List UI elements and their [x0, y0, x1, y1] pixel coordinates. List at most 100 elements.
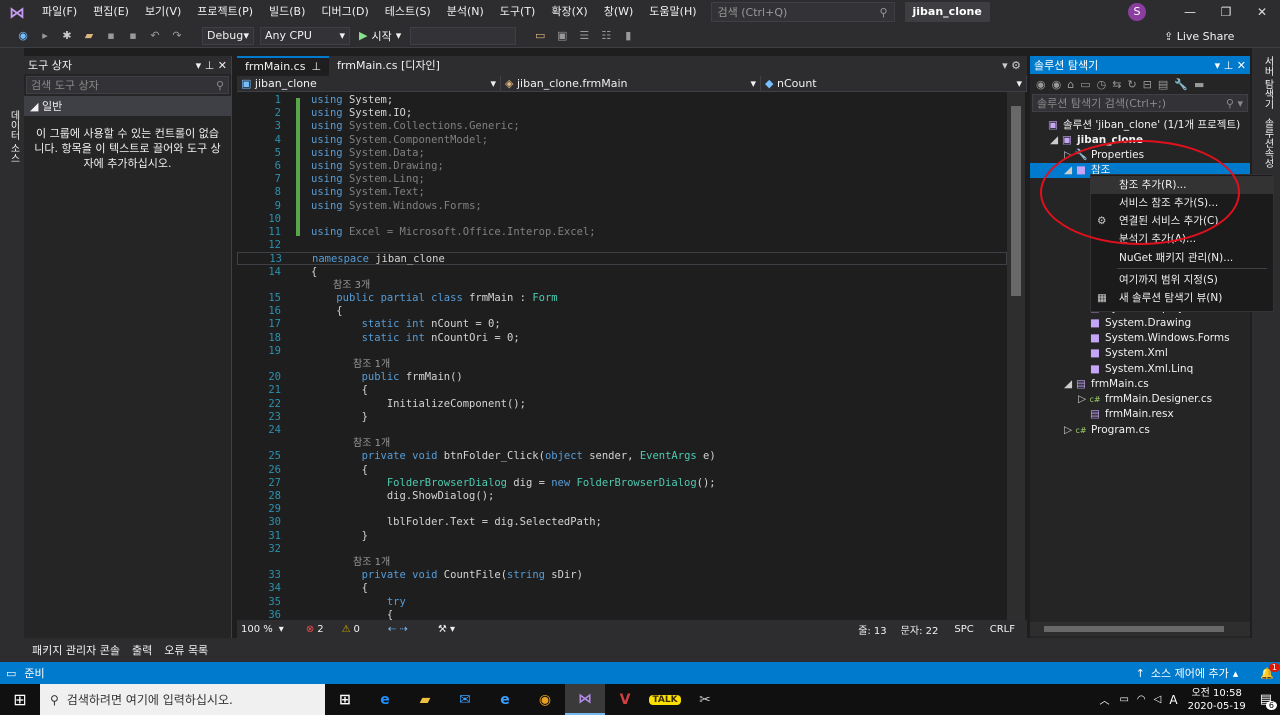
server-explorer-tab[interactable]: 서버 탐색기 — [1260, 56, 1275, 109]
member-nav-select[interactable]: ◆ nCount ▾ — [761, 76, 1027, 91]
menu-item[interactable]: 프로젝트(P) — [189, 0, 261, 24]
code-line[interactable]: 27 FolderBrowserDialog dig = new FolderB… — [237, 477, 1007, 490]
find-in-files-icon[interactable]: ▭ — [531, 27, 549, 45]
maximize-button[interactable]: ❐ — [1208, 0, 1244, 24]
code-line[interactable]: 23 } — [237, 411, 1007, 424]
warning-count[interactable]: 0 — [354, 624, 360, 635]
code-line[interactable]: 2 using System.IO; — [237, 107, 1007, 120]
file-explorer-icon[interactable]: ▰ — [405, 684, 445, 715]
menu-item[interactable]: 확장(X) — [543, 0, 595, 24]
code-line[interactable]: 4 using System.ComponentModel; — [237, 134, 1007, 147]
solution-tree-item[interactable]: ▷ c# frmMain.Designer.cs — [1030, 392, 1250, 407]
solution-horizontal-scrollbar[interactable] — [1030, 622, 1250, 636]
code-line[interactable]: 3 using System.Collections.Generic; — [237, 120, 1007, 133]
new-project-icon[interactable]: ✱ — [58, 27, 76, 45]
code-line[interactable]: 19 — [237, 345, 1007, 358]
bottom-tab[interactable]: 패키지 관리자 콘솔 — [26, 642, 126, 658]
bookmark-icon[interactable]: ▮ — [619, 27, 637, 45]
class-nav-select[interactable]: ◈ jiban_clone.frmMain ▾ — [501, 76, 761, 91]
editor-vertical-scrollbar[interactable] — [1007, 92, 1025, 620]
solution-tree-item[interactable]: ■ System.Xml — [1030, 346, 1250, 361]
chrome-icon[interactable]: ◉ — [525, 684, 565, 715]
search-box[interactable]: 검색 (Ctrl+Q) ⚲ — [710, 2, 895, 22]
tab-settings-icon[interactable]: ▾ ⚙ — [996, 56, 1027, 76]
code-line[interactable]: 9 using System.Windows.Forms; — [237, 200, 1007, 213]
live-share-button[interactable]: ⇪ Live Share — [1164, 30, 1234, 43]
taskbar-search-box[interactable]: ⚲ 검색하려면 여기에 입력하십시오. — [40, 684, 325, 715]
code-line[interactable]: 35 try — [237, 596, 1007, 609]
minimize-button[interactable]: — — [1172, 0, 1208, 24]
context-menu-item[interactable]: ▦ 새 솔루션 탐색기 뷰(N) — [1091, 289, 1273, 307]
switch-views-icon[interactable]: ▭ — [1080, 78, 1090, 91]
code-lens-text[interactable]: 참조 3개 — [333, 279, 370, 292]
visual-studio-logo-icon[interactable]: ⋈ — [0, 0, 34, 24]
code-line[interactable]: 1 using System; — [237, 94, 1007, 107]
undo-icon[interactable]: ↶ — [146, 27, 164, 45]
source-control-button[interactable]: 소스 제어에 추가 — [1151, 665, 1229, 681]
toolbox-group-header[interactable]: ◢ 일반 — [24, 96, 231, 116]
code-line[interactable]: 22 InitializeComponent(); — [237, 398, 1007, 411]
refresh-icon[interactable]: ↻ — [1127, 78, 1136, 91]
uncomment-icon[interactable]: ☷ — [597, 27, 615, 45]
code-line[interactable]: 6 using System.Drawing; — [237, 160, 1007, 173]
browser-icon[interactable]: ▣ — [553, 27, 571, 45]
menu-item[interactable]: 도구(T) — [492, 0, 544, 24]
action-center-icon[interactable]: ▤ 6 — [1260, 692, 1277, 710]
tab-frmmain-cs[interactable]: frmMain.cs ⊥ — [237, 56, 330, 77]
project-nav-select[interactable]: ▣ jiban_clone ▾ — [237, 76, 501, 91]
line-ending[interactable]: CRLF — [990, 624, 1015, 635]
code-line[interactable]: 13 namespace jiban_clone — [237, 252, 1007, 266]
menu-item[interactable]: 테스트(S) — [377, 0, 439, 24]
collapse-all-icon[interactable]: ⊟ — [1143, 78, 1152, 91]
code-line[interactable]: 16 { — [237, 305, 1007, 318]
solution-tree-item[interactable]: ▣ 솔루션 'jiban_clone' (1/1개 프로젝트) — [1030, 118, 1250, 133]
menu-item[interactable]: 디버그(D) — [313, 0, 376, 24]
snipping-tool-icon[interactable]: ✂ — [685, 684, 725, 715]
internet-explorer-icon[interactable]: e — [485, 684, 525, 715]
pin-icon[interactable]: ▾ ⊥ ✕ — [196, 59, 227, 72]
chevron-down-icon[interactable]: ▾ — [279, 624, 284, 635]
code-line[interactable]: 17 static int nCount = 0; — [237, 318, 1007, 331]
chevron-up-icon[interactable]: ▴ — [1233, 667, 1239, 680]
forward-icon[interactable]: ◉ — [1052, 78, 1062, 91]
platform-select[interactable]: Any CPU ▾ — [260, 26, 350, 45]
code-lens[interactable]: 참조 3개 — [237, 279, 1007, 292]
scrollbar-thumb[interactable] — [1011, 106, 1021, 296]
close-button[interactable]: ✕ — [1244, 0, 1280, 24]
menu-item[interactable]: 파일(F) — [34, 0, 85, 24]
forward-icon[interactable]: ▸ — [36, 27, 54, 45]
code-lens[interactable]: 참조 1개 — [237, 556, 1007, 569]
code-line[interactable]: 8 using System.Text; — [237, 186, 1007, 199]
save-all-icon[interactable]: ▪ — [124, 27, 142, 45]
code-line[interactable]: 25 private void btnFolder_Click(object s… — [237, 450, 1007, 463]
scrollbar-thumb[interactable] — [1044, 626, 1224, 632]
volume-icon[interactable]: ◁ — [1154, 694, 1162, 705]
clock[interactable]: 오전 10:58 2020-05-19 — [1188, 687, 1246, 713]
error-count[interactable]: 2 — [317, 624, 323, 635]
properties-icon[interactable]: 🔧 — [1174, 78, 1188, 91]
menu-item[interactable]: 도움말(H) — [641, 0, 704, 24]
solution-tree-item[interactable]: ◢ ▤ frmMain.cs — [1030, 377, 1250, 392]
battery-icon[interactable]: ▭ — [1119, 694, 1128, 705]
code-line[interactable]: 34 { — [237, 582, 1007, 595]
code-editor[interactable]: 1 using System; 2 using System.IO; 3 using Sy… — [237, 92, 1007, 620]
open-folder-icon[interactable]: ▰ — [80, 27, 98, 45]
code-line[interactable]: 36 { — [237, 609, 1007, 620]
edge-icon[interactable]: e — [365, 684, 405, 715]
code-line[interactable]: 7 using System.Linq; — [237, 173, 1007, 186]
mail-icon[interactable]: ✉ — [445, 684, 485, 715]
visual-studio-taskbar-icon[interactable]: ⋈ — [565, 684, 605, 715]
zoom-level[interactable]: 100 % — [241, 624, 273, 635]
code-cleanup-icon[interactable]: ⚒ ▾ — [438, 624, 455, 635]
save-icon[interactable]: ▪ — [102, 27, 120, 45]
pin-icon[interactable]: ⊥ — [311, 57, 321, 77]
code-line[interactable]: 20 public frmMain() — [237, 371, 1007, 384]
avatar[interactable]: S — [1128, 3, 1146, 21]
ime-icon[interactable]: A — [1169, 693, 1177, 707]
code-lens-text[interactable]: 참조 1개 — [353, 437, 390, 450]
code-line[interactable]: 24 — [237, 424, 1007, 437]
solution-tree-item[interactable]: ▤ frmMain.resx — [1030, 407, 1250, 422]
back-icon[interactable]: ◉ — [1036, 78, 1046, 91]
task-view-icon[interactable]: ⊞ — [325, 684, 365, 715]
code-line[interactable]: 12 — [237, 239, 1007, 252]
